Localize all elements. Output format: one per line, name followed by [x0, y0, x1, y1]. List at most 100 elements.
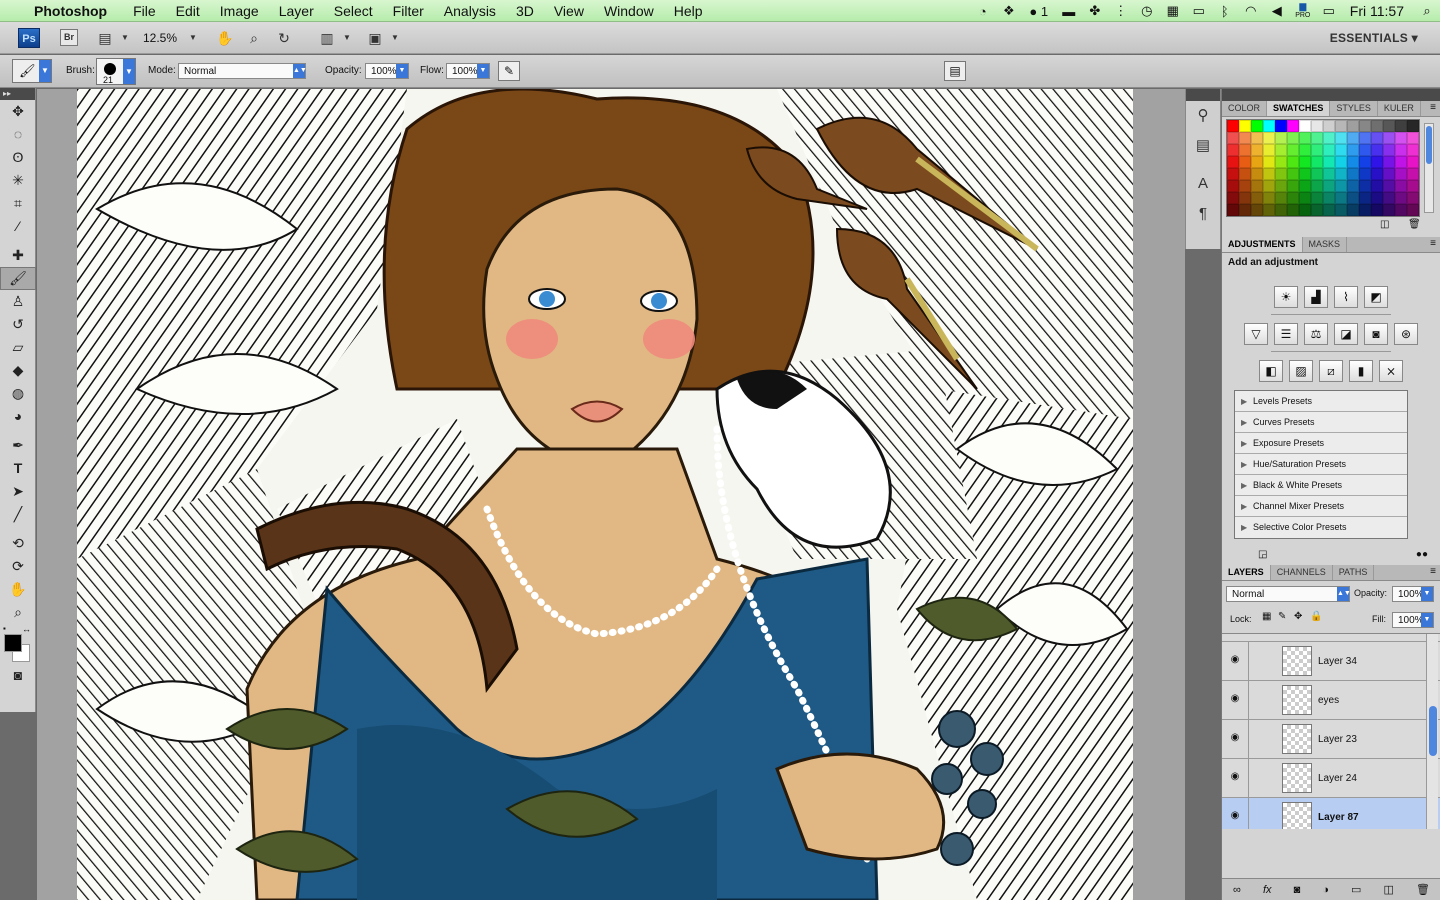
mode-select[interactable]: Normal ▲▼	[178, 63, 307, 79]
history-brush-tool-icon[interactable]: ↺	[0, 313, 36, 336]
color-swatch[interactable]	[1251, 120, 1263, 132]
color-swatch[interactable]	[1347, 144, 1359, 156]
tab-color[interactable]: COLOR	[1222, 101, 1268, 116]
color-swatch[interactable]	[1263, 144, 1275, 156]
menu-window[interactable]: Window	[594, 3, 664, 19]
lock-transparency-icon[interactable]: ▦	[1262, 611, 1271, 622]
color-swatch[interactable]	[1263, 192, 1275, 204]
link-layers-icon[interactable]: ∞	[1233, 884, 1241, 896]
hand-tool-icon[interactable]: ✋	[214, 28, 236, 48]
workspace-switcher[interactable]: ESSENTIALS ▾	[1330, 31, 1418, 45]
levels-icon[interactable]: ▟	[1304, 286, 1328, 308]
visibility-eye-icon[interactable]: ◉	[1226, 654, 1244, 665]
color-swatch[interactable]	[1347, 120, 1359, 132]
color-swatch[interactable]	[1371, 168, 1383, 180]
path-selection-tool-icon[interactable]: ➤	[0, 480, 36, 503]
arrange-documents-dropdown-icon[interactable]: ▼	[336, 28, 358, 48]
color-swatch[interactable]	[1299, 156, 1311, 168]
paint-bucket-tool-icon[interactable]: ◆	[0, 359, 36, 382]
color-swatch[interactable]	[1227, 144, 1239, 156]
lock-position-icon[interactable]: ✥	[1294, 611, 1302, 622]
photo-filter-icon[interactable]: ◙	[1364, 323, 1388, 345]
color-swatch[interactable]	[1335, 180, 1347, 192]
color-swatch[interactable]	[1383, 168, 1395, 180]
color-swatch[interactable]	[1395, 168, 1407, 180]
color-swatch[interactable]	[1311, 132, 1323, 144]
color-swatch[interactable]	[1263, 156, 1275, 168]
layer-row[interactable]: ◉ Layer 23	[1222, 720, 1440, 759]
character-panel-icon[interactable]: A	[1186, 169, 1220, 199]
color-swatch[interactable]	[1239, 180, 1251, 192]
spotlight-search-icon[interactable]: ⌕	[1414, 3, 1440, 19]
visibility-eye-icon[interactable]: ◉	[1226, 810, 1244, 821]
color-swatch[interactable]	[1395, 192, 1407, 204]
color-swatch[interactable]	[1359, 180, 1371, 192]
lock-pixels-icon[interactable]: ✎	[1278, 611, 1286, 622]
color-swatch[interactable]	[1335, 204, 1347, 216]
panel-menu-icon[interactable]: ≡	[1430, 238, 1436, 249]
brush-tool-icon[interactable]: 🖌	[0, 267, 36, 290]
color-swatch[interactable]	[1263, 180, 1275, 192]
color-swatch[interactable]	[1359, 120, 1371, 132]
delete-layer-icon[interactable]: 🗑	[1416, 883, 1430, 896]
swap-colors-icon[interactable]: ↔	[22, 624, 31, 634]
panel-grip[interactable]	[1222, 89, 1440, 101]
lock-all-icon[interactable]: 🔒	[1310, 611, 1322, 622]
tab-paths[interactable]: PATHS	[1333, 565, 1375, 580]
tab-swatches[interactable]: SWATCHES	[1267, 101, 1331, 116]
menu-image[interactable]: Image	[210, 3, 269, 19]
brush-preset-picker[interactable]: 21 ▼	[96, 58, 136, 85]
layer-opacity-field[interactable]: 100% ▼	[1392, 586, 1434, 602]
selective-color-icon[interactable]: ⨯	[1379, 360, 1403, 382]
lasso-tool-icon[interactable]: ʘ	[0, 146, 36, 169]
color-swatch[interactable]	[1299, 120, 1311, 132]
color-swatch[interactable]	[1407, 132, 1419, 144]
visibility-eye-icon[interactable]: ◉	[1226, 693, 1244, 704]
new-group-icon[interactable]: ▭	[1351, 883, 1361, 896]
color-swatch[interactable]	[1227, 156, 1239, 168]
color-swatch[interactable]	[1299, 204, 1311, 216]
clone-stamp-tool-icon[interactable]: ♙	[0, 290, 36, 313]
color-swatch[interactable]	[1371, 180, 1383, 192]
eraser-tool-icon[interactable]: ▱	[0, 336, 36, 359]
opacity-field[interactable]: 100% ▼	[365, 63, 409, 79]
color-swatch[interactable]	[1311, 180, 1323, 192]
color-swatch[interactable]	[1311, 156, 1323, 168]
notification-icon[interactable]: ● 1	[1022, 4, 1056, 19]
add-mask-icon[interactable]: ◙	[1294, 884, 1301, 896]
blur-tool-icon[interactable]: ◍	[0, 382, 36, 405]
layers-scrollbar[interactable]	[1426, 634, 1438, 829]
brush-panel-toggle-icon[interactable]: ▤	[944, 61, 966, 81]
screen-mode-icon[interactable]: ▣	[364, 28, 386, 48]
color-swatch[interactable]	[1287, 132, 1299, 144]
color-swatch[interactable]	[1335, 144, 1347, 156]
color-swatch[interactable]	[1395, 180, 1407, 192]
color-swatch[interactable]	[1323, 180, 1335, 192]
crop-tool-icon[interactable]: ⌗	[0, 192, 36, 215]
color-swatch[interactable]	[1359, 156, 1371, 168]
panel-menu-icon[interactable]: ≡	[1430, 102, 1436, 113]
color-swatch[interactable]	[1299, 132, 1311, 144]
color-swatch[interactable]	[1395, 120, 1407, 132]
color-swatch[interactable]	[1299, 192, 1311, 204]
battery-icon[interactable]: ▭	[1316, 3, 1342, 19]
color-swatch[interactable]	[1359, 192, 1371, 204]
color-swatch[interactable]	[1251, 168, 1263, 180]
menu-edit[interactable]: Edit	[166, 3, 210, 19]
color-swatch[interactable]	[1275, 156, 1287, 168]
color-swatch[interactable]	[1239, 132, 1251, 144]
color-swatch[interactable]	[1323, 204, 1335, 216]
tab-styles[interactable]: STYLES	[1330, 101, 1378, 116]
tab-adjustments[interactable]: ADJUSTMENTS	[1222, 237, 1303, 252]
tab-channels[interactable]: CHANNELS	[1271, 565, 1333, 580]
color-swatch[interactable]	[1323, 168, 1335, 180]
color-swatch[interactable]	[1395, 156, 1407, 168]
color-swatch[interactable]	[1287, 168, 1299, 180]
3d-orbit-tool-icon[interactable]: ⟳	[0, 555, 36, 578]
color-swatch[interactable]	[1263, 204, 1275, 216]
color-swatch[interactable]	[1347, 180, 1359, 192]
rotate-view-icon[interactable]: ↻	[273, 28, 295, 48]
color-swatch[interactable]	[1239, 168, 1251, 180]
menu-view[interactable]: View	[544, 3, 594, 19]
zoom-dropdown-icon[interactable]: ▼	[182, 28, 204, 48]
